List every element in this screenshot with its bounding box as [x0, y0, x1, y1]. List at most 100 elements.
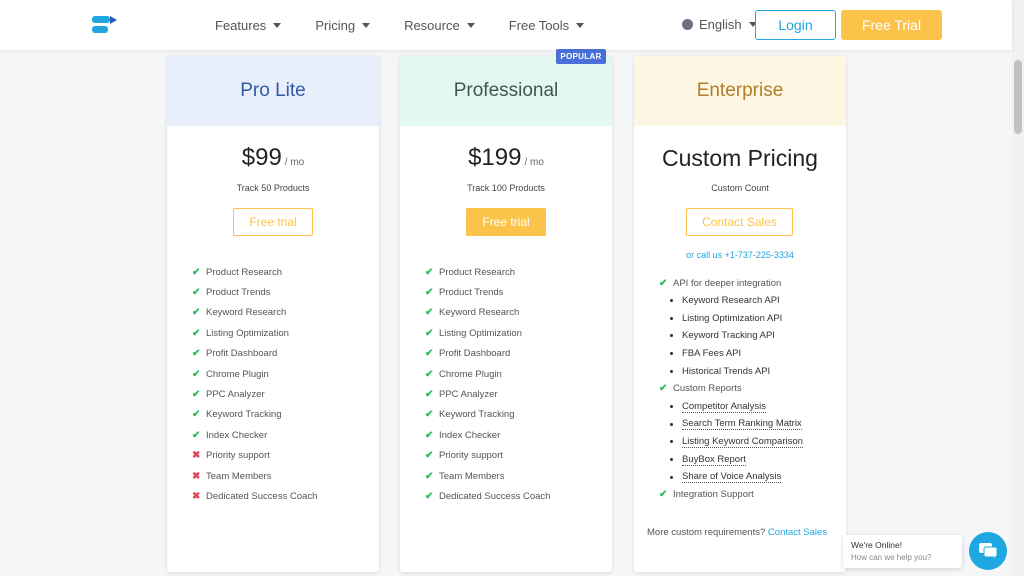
feature-label: Chrome Plugin: [206, 368, 269, 380]
plan-subtitle: Custom Count: [711, 183, 769, 193]
feature-subitem[interactable]: Competitor Analysis: [659, 398, 803, 416]
check-icon: ✔: [192, 348, 201, 360]
logo-icon[interactable]: [92, 16, 118, 36]
login-button[interactable]: Login: [755, 10, 836, 40]
plan-card-professional: Professional $199/ mo Track 100 Products…: [400, 56, 612, 572]
feature-label: Profit Dashboard: [439, 348, 511, 360]
top-navbar: Features Pricing Resource Free Tools Eng…: [0, 0, 1012, 50]
bullet-icon: [670, 316, 673, 320]
chat-popup[interactable]: We're Online! How can we help you?: [843, 535, 962, 568]
check-icon: ✔: [425, 470, 434, 482]
feature-item: ✔ Priority support: [425, 446, 550, 466]
check-icon: ✔: [659, 489, 668, 501]
feature-label: Priority support: [439, 450, 503, 462]
bullet-icon: [670, 405, 673, 409]
feature-label: Chrome Plugin: [439, 368, 502, 380]
feature-label: Keyword Research: [206, 307, 287, 319]
feature-label: Index Checker: [206, 429, 268, 441]
feature-label: Product Trends: [439, 287, 504, 299]
feature-group-label: API for deeper integration: [673, 277, 782, 289]
feature-item: ✔ PPC Analyzer: [192, 384, 317, 404]
check-icon: ✔: [192, 266, 201, 278]
feature-group-label: Custom Reports: [673, 383, 742, 395]
feature-item: ✔ Keyword Tracking: [425, 405, 550, 425]
feature-label: Product Research: [206, 266, 283, 278]
contact-sales-button[interactable]: Contact Sales: [686, 208, 793, 236]
free-trial-button[interactable]: Free trial: [233, 208, 313, 236]
feature-subitem-label: Keyword Research API: [682, 295, 780, 307]
bullet-icon: [670, 334, 673, 338]
feature-subitem[interactable]: Listing Keyword Comparison: [659, 433, 803, 451]
feature-label: Team Members: [439, 470, 505, 482]
chevron-down-icon: [362, 22, 371, 28]
page-scrollbar[interactable]: [1012, 0, 1024, 576]
feature-item: ✔ Keyword Research: [425, 303, 550, 323]
feature-label: Priority support: [206, 450, 270, 462]
check-icon: ✔: [192, 389, 201, 401]
plan-price: Custom Pricing: [662, 145, 818, 171]
language-selector[interactable]: English: [682, 17, 757, 32]
call-us-link[interactable]: or call us +1-737-225-3334: [634, 250, 846, 260]
nav-features[interactable]: Features: [215, 18, 282, 33]
enterprise-feature-list: ✔ API for deeper integration Keyword Resea…: [659, 274, 803, 504]
check-icon: ✔: [192, 307, 201, 319]
chevron-down-icon: [466, 22, 475, 28]
nav-pricing[interactable]: Pricing: [315, 18, 371, 33]
popular-badge: POPULAR: [556, 49, 606, 64]
free-trial-button[interactable]: Free Trial: [841, 10, 942, 40]
bullet-icon: [670, 458, 673, 462]
feature-label: PPC Analyzer: [206, 389, 265, 401]
feature-item: ✖ Dedicated Success Coach: [192, 486, 317, 506]
feature-subitem: Historical Trends API: [659, 362, 803, 380]
feature-item: ✔ Index Checker: [192, 425, 317, 445]
chat-title: We're Online!: [851, 540, 903, 550]
feature-subitem-label: Listing Keyword Comparison: [682, 435, 803, 448]
check-icon: ✔: [425, 307, 434, 319]
plan-card-pro-lite: Pro Lite $99/ mo Track 50 Products Free …: [167, 56, 379, 572]
check-icon: ✔: [425, 429, 434, 441]
check-icon: ✔: [425, 409, 434, 421]
bullet-icon: [670, 299, 673, 303]
check-icon: ✔: [425, 389, 434, 401]
feature-item: ✔ Product Research: [425, 262, 550, 282]
check-icon: ✔: [425, 287, 434, 299]
feature-subitem: Keyword Tracking API: [659, 327, 803, 345]
contact-sales-link[interactable]: Contact Sales: [768, 527, 827, 538]
plan-name: Enterprise: [634, 56, 846, 126]
scrollbar-thumb[interactable]: [1014, 60, 1022, 134]
feature-label: Listing Optimization: [206, 327, 289, 339]
feature-subitem[interactable]: Share of Voice Analysis: [659, 468, 803, 486]
nav-free-tools[interactable]: Free Tools: [509, 18, 585, 33]
cross-icon: ✖: [192, 490, 201, 502]
feature-item: ✔ Keyword Research: [192, 303, 317, 323]
check-icon: ✔: [659, 277, 668, 289]
nav-resource[interactable]: Resource: [404, 18, 475, 33]
feature-subitem[interactable]: Search Term Ranking Matrix: [659, 416, 803, 434]
free-trial-button[interactable]: Free trial: [466, 208, 546, 236]
chevron-down-icon: [576, 22, 585, 28]
feature-item: ✔ Product Trends: [425, 282, 550, 302]
feature-item: ✔ PPC Analyzer: [425, 384, 550, 404]
feature-item: ✔ Product Research: [192, 262, 317, 282]
feature-subitem[interactable]: BuyBox Report: [659, 451, 803, 469]
plan-subtitle: Track 100 Products: [467, 183, 545, 193]
check-icon: ✔: [192, 368, 201, 380]
feature-label: Dedicated Success Coach: [439, 490, 551, 502]
check-icon: ✔: [425, 368, 434, 380]
feature-subitem: Listing Optimization API: [659, 310, 803, 328]
feature-subitem-label: Share of Voice Analysis: [682, 471, 782, 484]
bullet-icon: [670, 352, 673, 356]
feature-subitem-label: Listing Optimization API: [682, 312, 783, 324]
feature-subitem-label: FBA Fees API: [682, 348, 742, 360]
plan-price: $199/ mo: [468, 144, 544, 171]
plan-subtitle: Track 50 Products: [236, 183, 310, 193]
feature-group: ✔ API for deeper integration: [659, 274, 803, 292]
chat-button[interactable]: [969, 532, 1007, 570]
check-icon: ✔: [192, 327, 201, 339]
feature-label: Keyword Tracking: [439, 409, 515, 421]
feature-item: ✖ Priority support: [192, 446, 317, 466]
language-label: English: [699, 17, 742, 32]
check-icon: ✔: [192, 409, 201, 421]
plan-name: Pro Lite: [167, 56, 379, 126]
feature-item: ✔ Team Members: [425, 466, 550, 486]
